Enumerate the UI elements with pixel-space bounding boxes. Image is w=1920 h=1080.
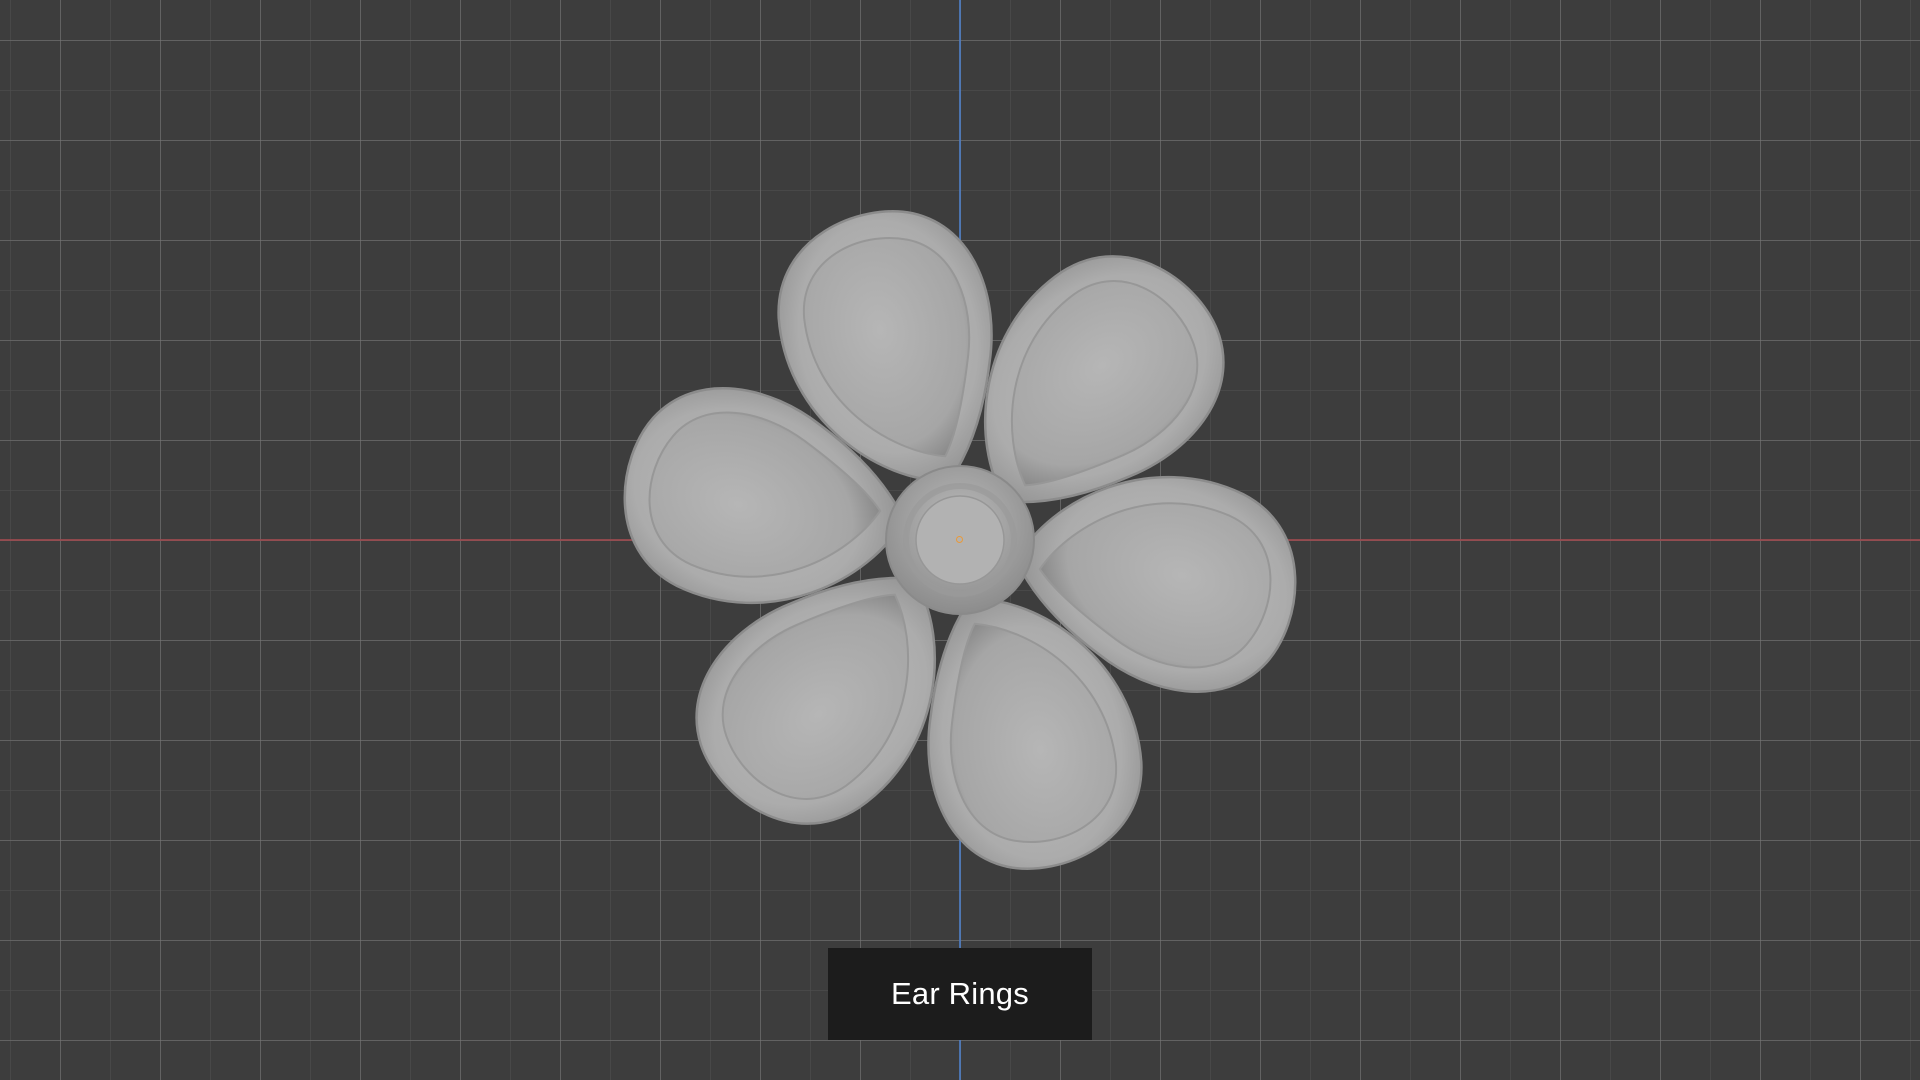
caption-box: Ear Rings	[828, 948, 1092, 1040]
object-origin-marker[interactable]	[956, 536, 963, 543]
3d-viewport[interactable]: Ear Rings	[0, 0, 1920, 1080]
caption-label: Ear Rings	[891, 976, 1029, 1011]
